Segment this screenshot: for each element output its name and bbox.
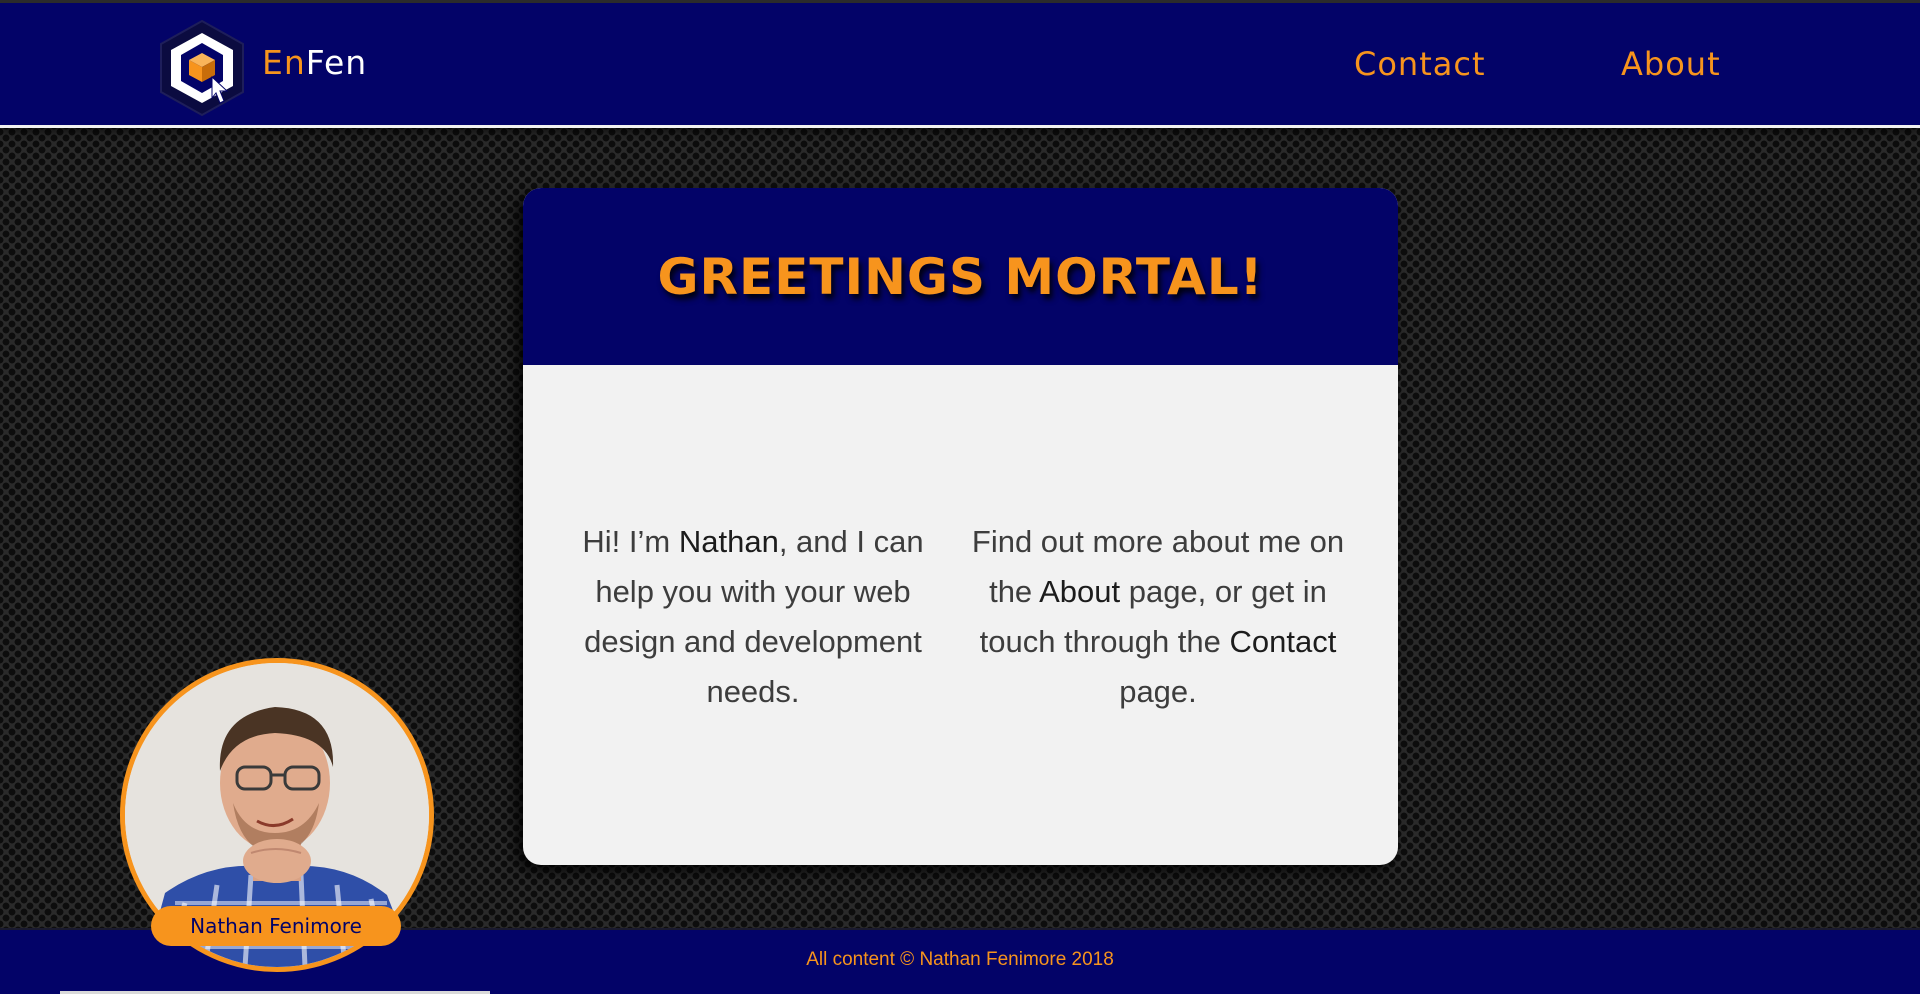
intro-part1: Hi! I’m xyxy=(582,524,679,559)
brand-en: En xyxy=(262,43,306,82)
nav-about-link[interactable]: About xyxy=(1621,45,1721,83)
logo-cube-icon[interactable] xyxy=(157,19,247,117)
site-header: EnFen Contact About xyxy=(0,0,1920,128)
navigation-hint-text: Find out more about me on the About page… xyxy=(963,517,1353,717)
hint-part3: page. xyxy=(1119,674,1197,709)
about-inline-link[interactable]: About xyxy=(1039,574,1120,609)
intro-name: Nathan xyxy=(678,524,779,559)
avatar-name-tag: Nathan Fenimore xyxy=(151,906,401,946)
brand-wordmark[interactable]: EnFen xyxy=(262,43,367,82)
brand-fen: Fen xyxy=(305,43,368,82)
card-body: Hi! I’m Nathan, and I can help you with … xyxy=(523,365,1398,865)
greeting-card: GREETINGS MORTAL! Hi! I’m Nathan, and I … xyxy=(523,188,1398,865)
nav-contact-link[interactable]: Contact xyxy=(1354,45,1486,83)
contact-inline-link[interactable]: Contact xyxy=(1230,624,1337,659)
page-title: GREETINGS MORTAL! xyxy=(657,247,1264,306)
card-header: GREETINGS MORTAL! xyxy=(523,188,1398,365)
intro-text: Hi! I’m Nathan, and I can help you with … xyxy=(568,517,938,717)
